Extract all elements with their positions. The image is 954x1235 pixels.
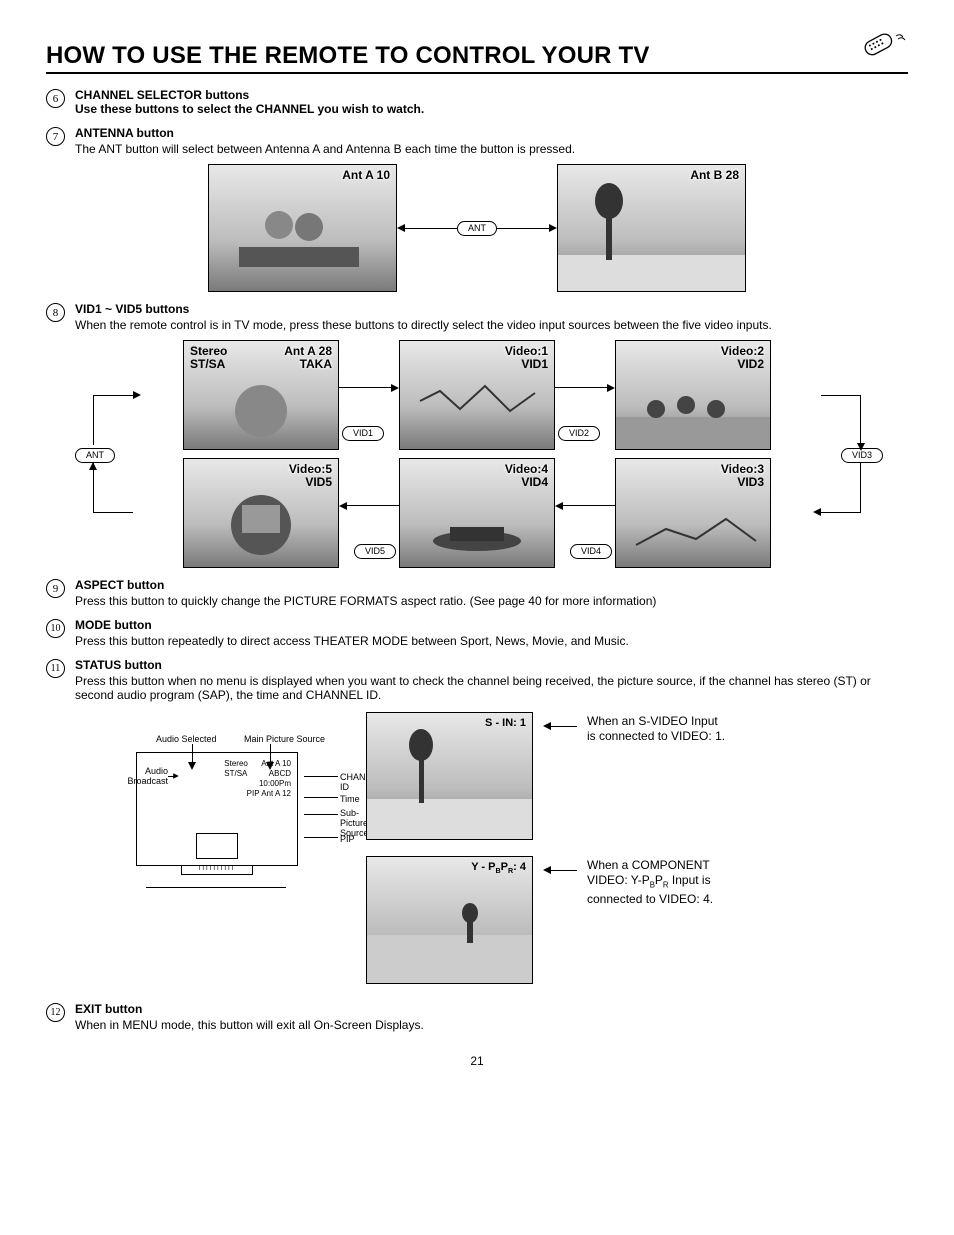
lbl-audio-selected: Audio Selected — [156, 734, 217, 744]
item-6-heading: CHANNEL SELECTOR buttons — [75, 88, 249, 102]
figure-vid: Stereo Ant A 28 ST/SA TAKA VID1 Video:1 … — [117, 340, 837, 568]
cap-vid4a: Video:4 — [505, 462, 548, 476]
cap-stereo-1: Stereo — [190, 344, 227, 358]
cap-vid5a: Video:5 — [289, 462, 332, 476]
item-12-desc: When in MENU mode, this button will exit… — [75, 1018, 908, 1032]
lbl-pip: PIP — [340, 834, 355, 844]
thumb-vid2: Video:2 VID2 — [615, 340, 771, 450]
thumb-ant-a: Ant A 10 — [208, 164, 397, 292]
cap-vid1a: Video:1 — [505, 344, 548, 358]
thumb-vid4: Video:4 VID4 — [399, 458, 555, 568]
item-8: 8 VID1 ~ VID5 buttons When the remote co… — [46, 302, 908, 332]
bullet-11: 11 — [46, 659, 65, 678]
bullet-12: 12 — [46, 1003, 65, 1022]
lbl-time: Time — [340, 794, 360, 804]
figure-status: Audio Selected Main Picture Source Audio… — [76, 712, 908, 984]
figure-antenna: Ant A 10 ANT Ant B 28 — [208, 164, 746, 292]
caption-ant-a: Ant A 10 — [342, 168, 390, 182]
lbl-main-picture: Main Picture Source — [244, 734, 325, 744]
cap-stereo-3: ST/SA — [190, 357, 225, 371]
item-7-heading: ANTENNA button — [75, 126, 174, 140]
item-9-desc: Press this button to quickly change the … — [75, 594, 908, 608]
btn-ant-loop: ANT — [75, 448, 115, 463]
cap-component: Y - PBPR: 4 — [471, 861, 526, 875]
item-9-heading: ASPECT button — [75, 578, 164, 592]
bullet-7: 7 — [46, 127, 65, 146]
thumb-stereo: Stereo Ant A 28 ST/SA TAKA — [183, 340, 339, 450]
cap-vid3a: Video:3 — [721, 462, 764, 476]
item-6: 6 CHANNEL SELECTOR buttons Use these but… — [46, 88, 908, 116]
item-11-heading: STATUS button — [75, 658, 162, 672]
btn-vid5: VID5 — [354, 544, 396, 559]
tv-osd: Stereo Ant A 10 ST/SA ABCD 10:00Pm PIP A… — [224, 759, 291, 799]
item-7-desc: The ANT button will select between Anten… — [75, 142, 908, 156]
cap-vid2a: Video:2 — [721, 344, 764, 358]
btn-ant: ANT — [457, 221, 497, 236]
bullet-8: 8 — [46, 303, 65, 322]
thumb-vid5: Video:5 VID5 — [183, 458, 339, 568]
svideo-row: S - IN: 1 When an S-VIDEO Input is conne… — [366, 712, 727, 840]
item-12: 12 EXIT button When in MENU mode, this b… — [46, 1002, 908, 1032]
bullet-6: 6 — [46, 89, 65, 108]
btn-vid1: VID1 — [342, 426, 384, 441]
cap-vid1b: VID1 — [521, 357, 548, 371]
bullet-9: 9 — [46, 579, 65, 598]
page-title: HOW TO USE THE REMOTE TO CONTROL YOUR TV — [46, 42, 650, 70]
svideo-text: When an S-VIDEO Input is connected to VI… — [587, 714, 727, 744]
item-12-heading: EXIT button — [75, 1002, 142, 1016]
tv-diagram: Audio Selected Main Picture Source Audio… — [76, 752, 336, 984]
thumb-vid3: Video:3 VID3 — [615, 458, 771, 568]
thumb-vid1: Video:1 VID1 — [399, 340, 555, 450]
component-text: When a COMPONENT VIDEO: Y-PBPR Input is … — [587, 858, 727, 907]
item-8-desc: When the remote control is in TV mode, p… — [75, 318, 908, 332]
cap-stereo-4: TAKA — [300, 357, 332, 371]
cap-vid2b: VID2 — [737, 357, 764, 371]
cap-svideo: S - IN: 1 — [485, 717, 526, 729]
cap-vid4b: VID4 — [521, 475, 548, 489]
item-11-desc: Press this button when no menu is displa… — [75, 674, 908, 702]
item-10-heading: MODE button — [75, 618, 152, 632]
item-10: 10 MODE button Press this button repeate… — [46, 618, 908, 648]
thumb-ant-b: Ant B 28 — [557, 164, 746, 292]
cap-stereo-2: Ant A 28 — [284, 344, 332, 358]
caption-ant-b: Ant B 28 — [690, 168, 739, 182]
component-row: Y - PBPR: 4 When a COMPONENT VIDEO: Y-PB… — [366, 856, 727, 984]
remote-icon — [858, 30, 908, 72]
cap-vid3b: VID3 — [737, 475, 764, 489]
item-10-desc: Press this button repeatedly to direct a… — [75, 634, 908, 648]
item-7: 7 ANTENNA button The ANT button will sel… — [46, 126, 908, 156]
item-11: 11 STATUS button Press this button when … — [46, 658, 908, 702]
page-number: 21 — [46, 1054, 908, 1068]
item-8-heading: VID1 ~ VID5 buttons — [75, 302, 189, 316]
btn-vid4: VID4 — [570, 544, 612, 559]
bullet-10: 10 — [46, 619, 65, 638]
btn-vid2: VID2 — [558, 426, 600, 441]
item-9: 9 ASPECT button Press this button to qui… — [46, 578, 908, 608]
item-6-desc: Use these buttons to select the CHANNEL … — [75, 102, 424, 116]
cap-vid5b: VID5 — [305, 475, 332, 489]
